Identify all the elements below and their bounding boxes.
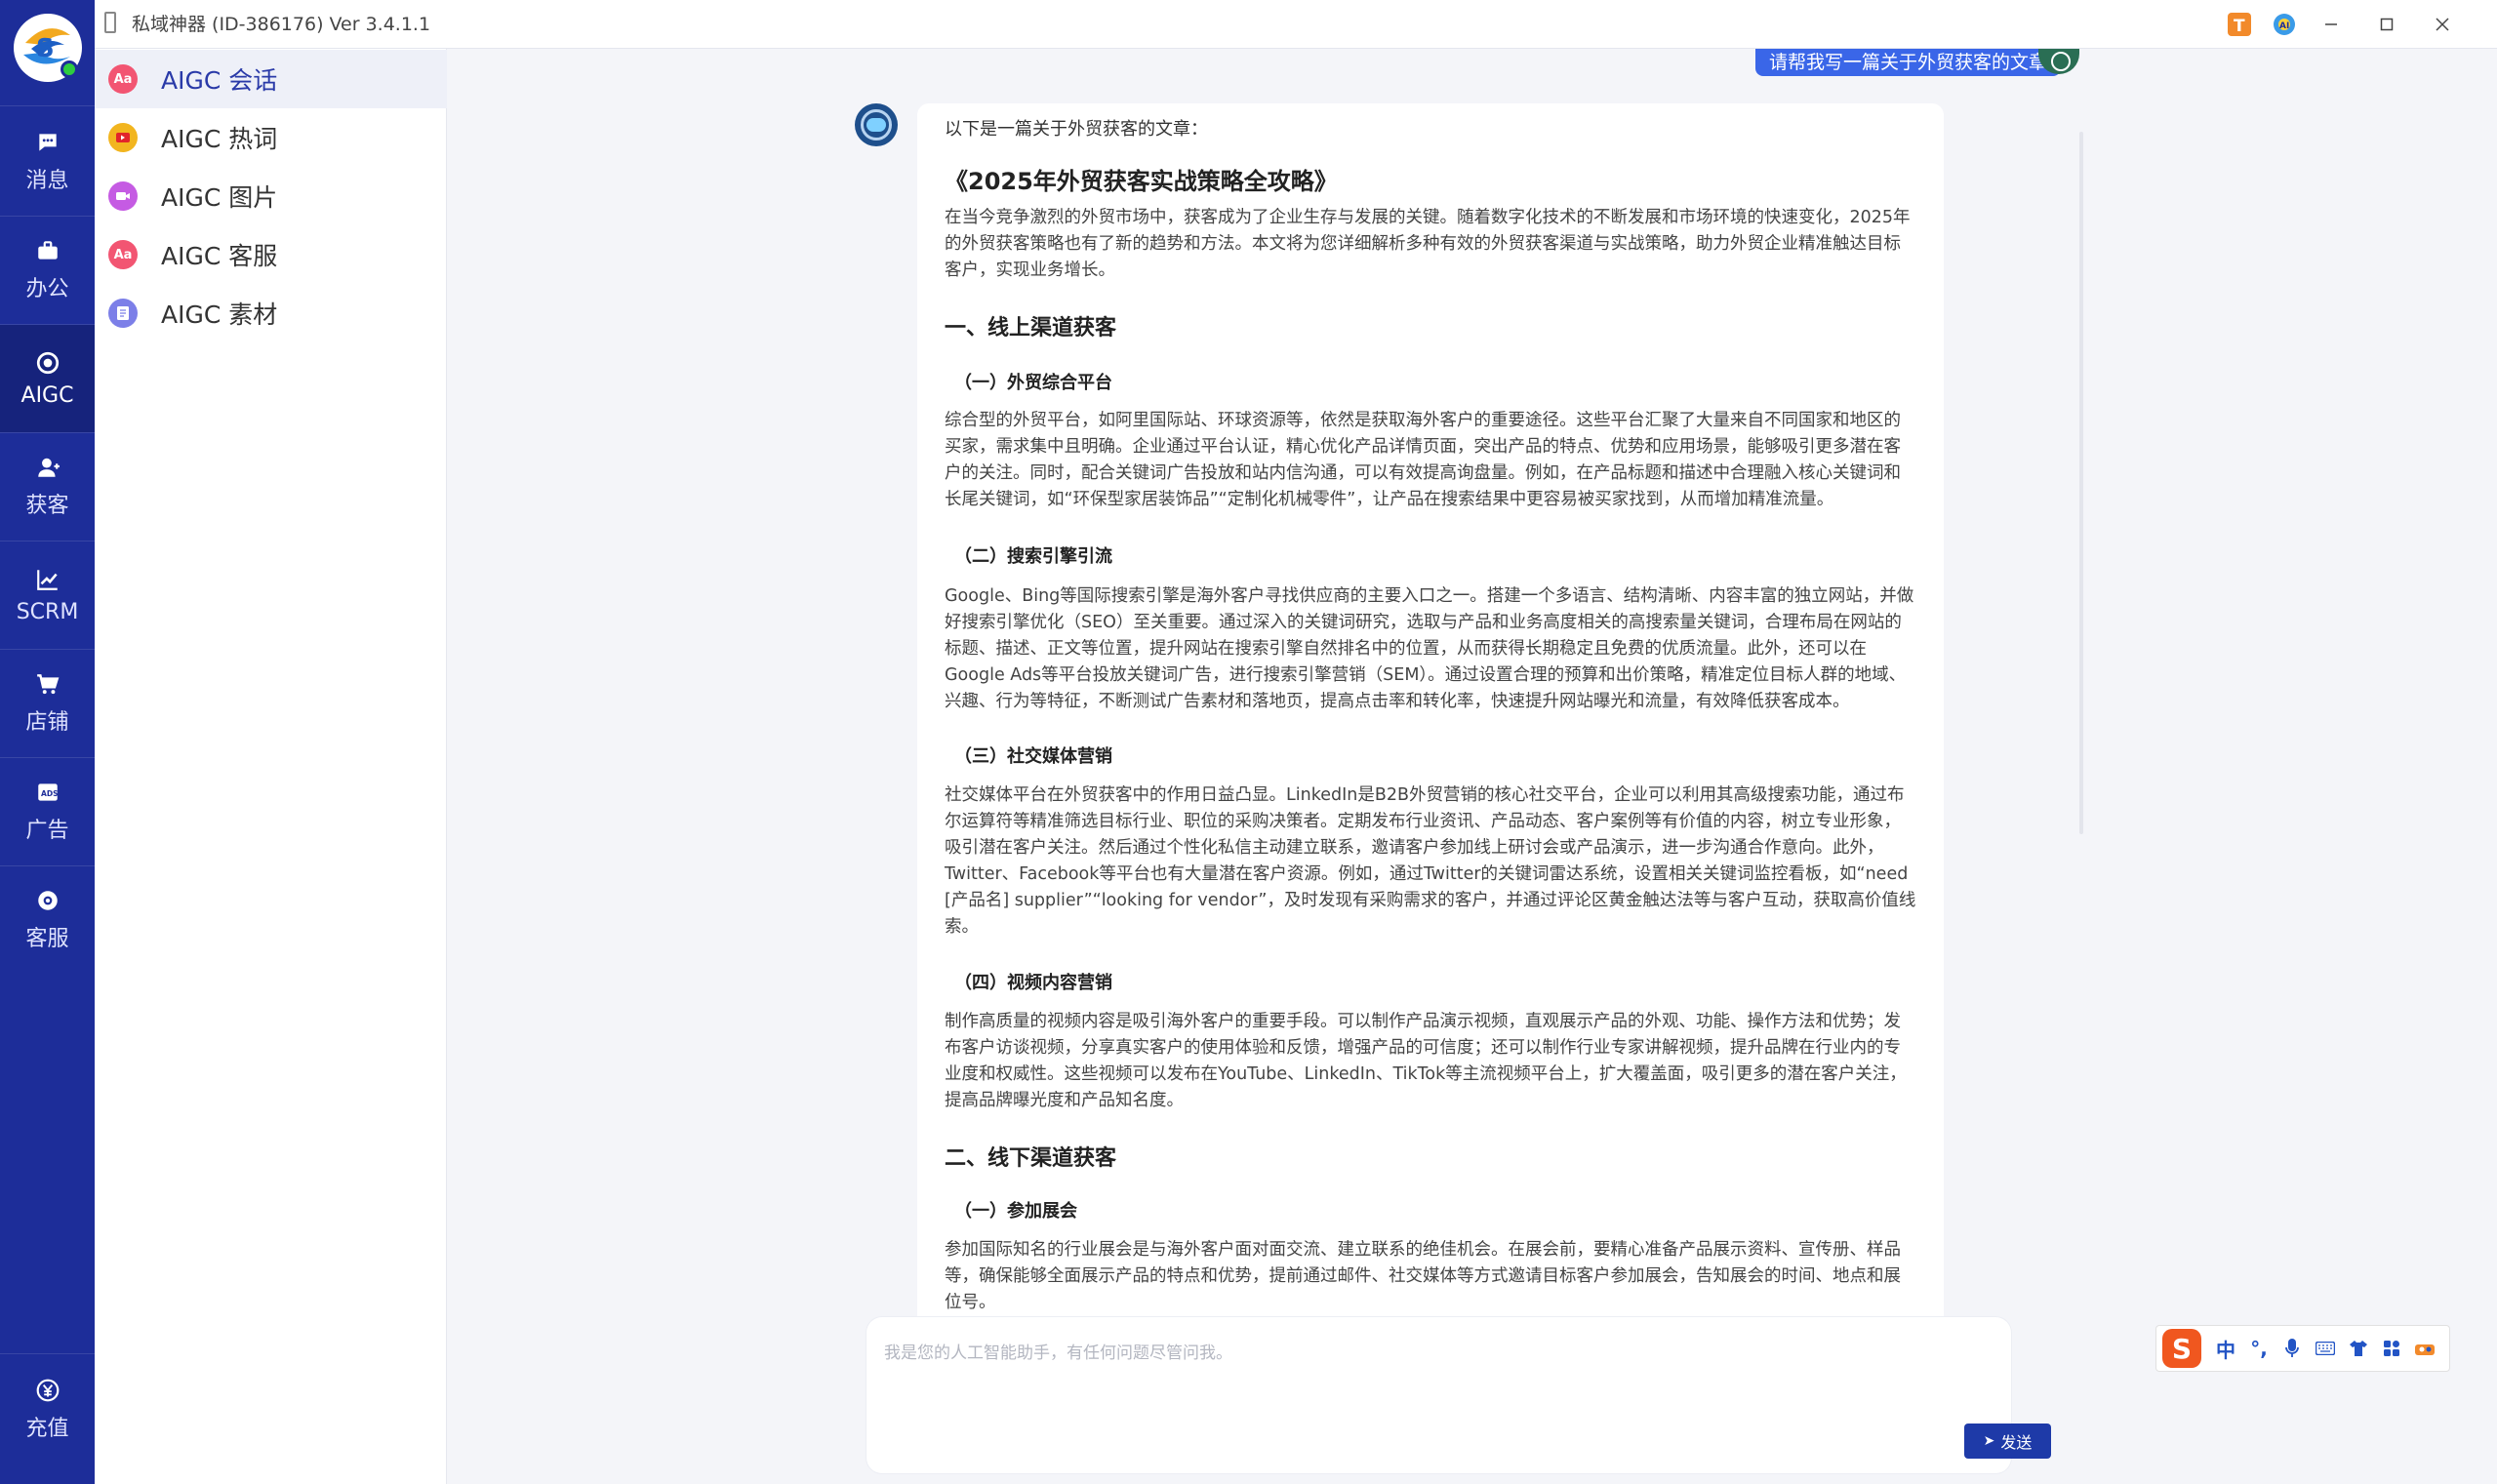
nav-item-acquire[interactable]: 获客 [0, 433, 95, 541]
nav-item-ads[interactable]: ADS 广告 [0, 758, 95, 865]
nav-label: 广告 [25, 819, 69, 843]
nav-divider [0, 105, 95, 106]
keyboard-icon[interactable] [2309, 1332, 2342, 1365]
robot-visor [866, 118, 886, 132]
section-heading-offline: 二、线下渠道获客 [945, 1146, 1117, 1171]
aa-text-icon: Aa [108, 240, 138, 269]
subnav-item-service[interactable]: Aa AIGC 客服 [95, 225, 447, 284]
nav-label: AIGC [20, 382, 74, 408]
send-label: 发送 [2000, 1433, 2033, 1452]
main-nav: S 消息 办公 AIGC 获客 SCRM 店铺 ADS 广告 客服 充值 [0, 0, 95, 1484]
subsection-heading-platform: （一）外贸综合平台 [954, 373, 1112, 393]
translate-icon[interactable]: T [2223, 8, 2256, 41]
nav-label: 获客 [25, 494, 69, 518]
nav-label: 客服 [25, 927, 69, 951]
paragraph-platform: 综合型的外贸平台，如阿里国际站、环球资源等，依然是获取海外客户的重要途径。这些平… [945, 411, 1901, 509]
sogou-logo-icon[interactable]: S [2162, 1329, 2201, 1368]
subnav-item-materials[interactable]: AIGC 素材 [95, 284, 447, 342]
subnav-item-chat[interactable]: Aa AIGC 会话 [95, 50, 447, 108]
subnav-label: AIGC 热词 [161, 125, 278, 153]
mic-icon[interactable] [2275, 1332, 2309, 1365]
subnav-item-hotwords[interactable]: AIGC 热词 [95, 108, 447, 167]
nav-item-messages[interactable]: 消息 [0, 108, 95, 216]
briefcase-icon [37, 241, 58, 260]
paragraph-intro: 在当今竞争激烈的外贸市场中，获客成为了企业生存与发展的关键。随着数字化技术的不断… [945, 208, 1911, 280]
maximize-button[interactable] [2370, 8, 2403, 41]
chat-input-box: ➤ 发送 [866, 1317, 2051, 1473]
subnav-label: AIGC 会话 [161, 66, 278, 95]
document-icon [108, 299, 138, 328]
window-title: 私域神器 (ID-386176) Ver 3.4.1.1 [132, 14, 431, 35]
camera-icon [108, 181, 138, 211]
chat-bubble-icon [38, 134, 57, 151]
video-play-icon [108, 123, 138, 152]
yen-coin-icon [36, 1379, 59, 1402]
nav-item-scrm[interactable]: SCRM [0, 541, 95, 649]
subnav-label: AIGC 素材 [161, 301, 278, 329]
ai-assistant-icon[interactable]: AI [2268, 8, 2301, 41]
paragraph-search: Google、Bing等国际搜索引擎是海外客户寻找供应商的主要入口之一。搭建一个… [945, 586, 1914, 711]
send-icon: ➤ [1983, 1433, 1995, 1449]
trend-chart-icon [36, 569, 58, 590]
bot-message-card: 以下是一篇关于外贸获客的文章： 《2025年外贸获客实战策略全攻略》 在当今竞争… [917, 103, 1944, 1332]
bot-avatar [855, 103, 898, 146]
article-title: 《2025年外贸获客实战策略全攻略》 [945, 168, 1338, 195]
subsection-heading-exhibition: （一）参加展会 [954, 1201, 1077, 1222]
section-heading-online: 一、线上渠道获客 [945, 316, 1117, 341]
message-intro: 以下是一篇关于外贸获客的文章： [945, 119, 1208, 140]
nav-label: 消息 [25, 169, 69, 193]
nav-item-aigc[interactable]: AIGC [0, 325, 95, 432]
nav-label: 办公 [25, 277, 69, 301]
subnav-label: AIGC 图片 [161, 183, 278, 212]
paragraph-social: 社交媒体平台在外贸获客中的作用日益凸显。LinkedIn是B2B外贸营销的核心社… [945, 785, 1916, 937]
nav-label: 充值 [25, 1417, 69, 1441]
subsection-heading-social: （三）社交媒体营销 [954, 746, 1112, 767]
ime-chinese-mode[interactable]: 中 [2209, 1332, 2242, 1365]
subsection-heading-video: （四）视频内容营销 [954, 973, 1112, 993]
nav-item-service[interactable]: 客服 [0, 866, 95, 974]
subnav-label: AIGC 客服 [161, 242, 278, 270]
subsection-heading-search: （二）搜索引擎引流 [954, 546, 1112, 567]
aa-text-icon: Aa [108, 64, 138, 94]
phone-icon [104, 12, 116, 33]
ime-punctuation-mode[interactable]: °, [2242, 1332, 2275, 1365]
close-button[interactable] [2426, 8, 2459, 41]
svg-text:S: S [36, 34, 55, 63]
chat-scrollbar[interactable] [2079, 132, 2083, 834]
minimize-button[interactable] [2315, 8, 2348, 41]
ime-toolbar: S 中 °, [2155, 1325, 2450, 1372]
subnav-item-images[interactable]: AIGC 图片 [95, 167, 447, 225]
grid-icon[interactable] [2375, 1332, 2408, 1365]
svg-text:ADS: ADS [40, 789, 58, 798]
nav-divider [0, 1353, 95, 1354]
aigc-icon [36, 351, 59, 374]
nav-label: 店铺 [25, 710, 69, 735]
aigc-subnav: Aa AIGC 会话 AIGC 热词 AIGC 图片 Aa AIGC 客服 AI… [95, 49, 447, 1484]
user-message-bubble: 请帮我写一篇关于外贸获客的文章 [1755, 49, 2062, 76]
svg-text:AI: AI [2279, 21, 2289, 31]
title-bar: 私域神器 (ID-386176) Ver 3.4.1.1 T AI [95, 0, 2497, 49]
chat-input[interactable] [884, 1339, 1987, 1407]
svg-text:T: T [2234, 17, 2245, 36]
nav-item-recharge[interactable]: 充值 [0, 1356, 95, 1464]
shirt-icon[interactable] [2342, 1332, 2375, 1365]
user-plus-icon [37, 458, 60, 477]
toolbox-icon[interactable] [2408, 1332, 2441, 1365]
nav-item-store[interactable]: 店铺 [0, 650, 95, 757]
app-window: S 消息 办公 AIGC 获客 SCRM 店铺 ADS 广告 客服 充值 私域神… [0, 0, 2497, 1484]
nav-label: SCRM [16, 599, 79, 624]
ads-icon: ADS [37, 783, 58, 801]
online-status-dot [60, 60, 78, 78]
send-button[interactable]: ➤ 发送 [1964, 1424, 2051, 1459]
paragraph-video: 制作高质量的视频内容是吸引海外客户的重要手段。可以制作产品演示视频，直观展示产品… [945, 1012, 1907, 1110]
shopping-cart-icon [36, 674, 59, 695]
paragraph-exhibition: 参加国际知名的行业展会是与海外客户面对面交流、建立联系的绝佳机会。在展会前，要精… [945, 1240, 1901, 1312]
headset-icon [37, 891, 58, 910]
chat-area: 请帮我写一篇关于外贸获客的文章 以下是一篇关于外贸获客的文章： 《2025年外贸… [447, 49, 2497, 1484]
nav-item-office[interactable]: 办公 [0, 217, 95, 324]
